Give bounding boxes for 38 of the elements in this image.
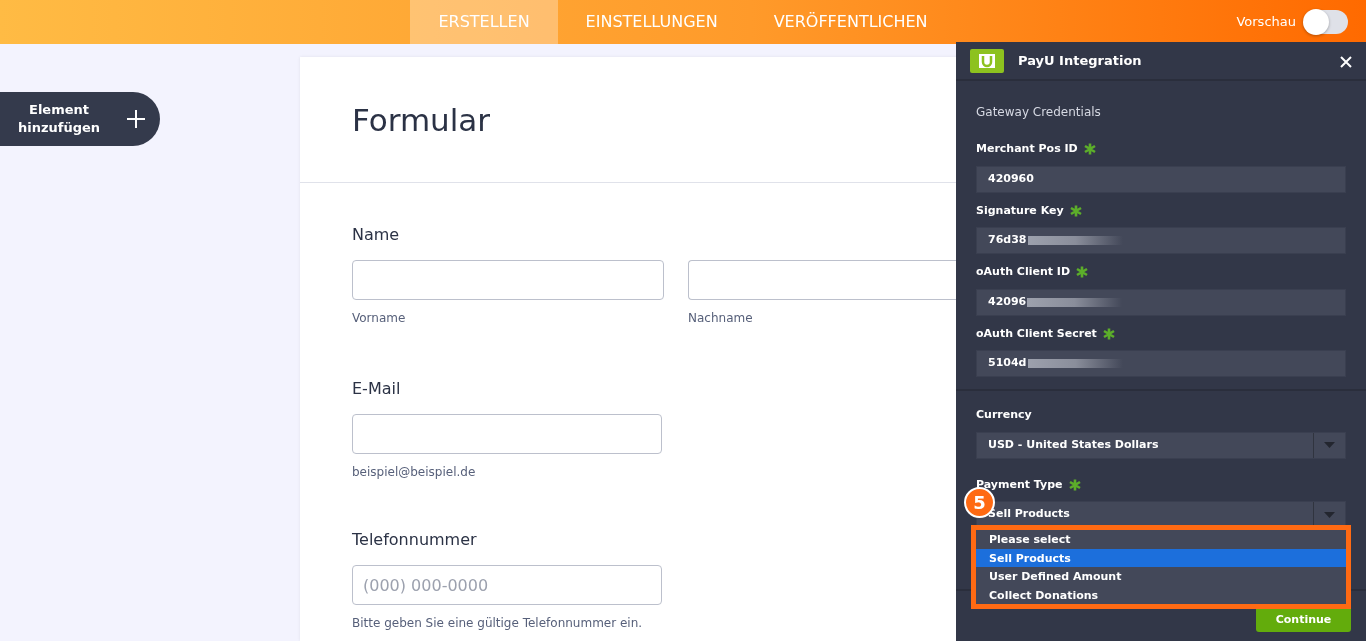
field-label: oAuth Client ID xyxy=(976,264,1071,280)
field-hint: Nachname xyxy=(688,310,754,327)
section-heading: Gateway Credentials xyxy=(975,104,1102,121)
input-field[interactable]: 76d38 xyxy=(976,227,1346,254)
field-label: E-Mail xyxy=(352,378,402,400)
field-label: Merchant Pos ID xyxy=(976,141,1078,157)
field-label: Name xyxy=(352,224,401,246)
field-value: 420960 xyxy=(988,170,1034,187)
field-value: 76d38 xyxy=(988,232,1027,249)
dropdown-option[interactable]: Please select xyxy=(976,530,1346,549)
logo-icon xyxy=(970,48,1004,73)
field-label: Telefonnummer xyxy=(352,529,478,551)
select-field[interactable]: USD - United States Dollars xyxy=(976,431,1346,459)
input-field[interactable]: 42096 xyxy=(976,288,1346,316)
field-hint: Vorname xyxy=(352,310,407,327)
input-field[interactable]: 5104d xyxy=(976,350,1346,377)
field-label: Signature Key xyxy=(976,202,1064,219)
caret-icon xyxy=(1324,511,1335,518)
add-element-button[interactable]: Element hinzufügen xyxy=(0,92,160,146)
field-hint: Bitte geben Sie eine gültige Telefonnummer ein. xyxy=(352,615,644,632)
caret-icon xyxy=(1324,442,1335,448)
preview-toggle[interactable] xyxy=(1304,10,1348,34)
panel-title: PayU Integration xyxy=(1018,51,1143,70)
field-value: 42096 xyxy=(988,293,1027,310)
input-field[interactable]: 420960 xyxy=(976,165,1346,193)
field-label: oAuth Client Secret xyxy=(976,325,1097,342)
input-field[interactable]: (000) 000-0000 xyxy=(352,565,662,605)
dropdown-option[interactable]: Sell Products xyxy=(976,548,1346,567)
input-field[interactable] xyxy=(352,260,664,300)
input-field[interactable] xyxy=(688,260,956,300)
field-hint: beispiel@beispiel.de xyxy=(352,464,477,481)
input-field[interactable] xyxy=(352,414,662,454)
field-label: Payment Type xyxy=(976,476,1063,493)
preview-label: Vorschau xyxy=(1236,13,1296,32)
plus-icon xyxy=(126,109,146,129)
dropdown-option[interactable]: User Defined Amount xyxy=(976,567,1346,586)
field-value: 5104d xyxy=(988,355,1027,372)
field-label: Currency xyxy=(976,407,1032,423)
